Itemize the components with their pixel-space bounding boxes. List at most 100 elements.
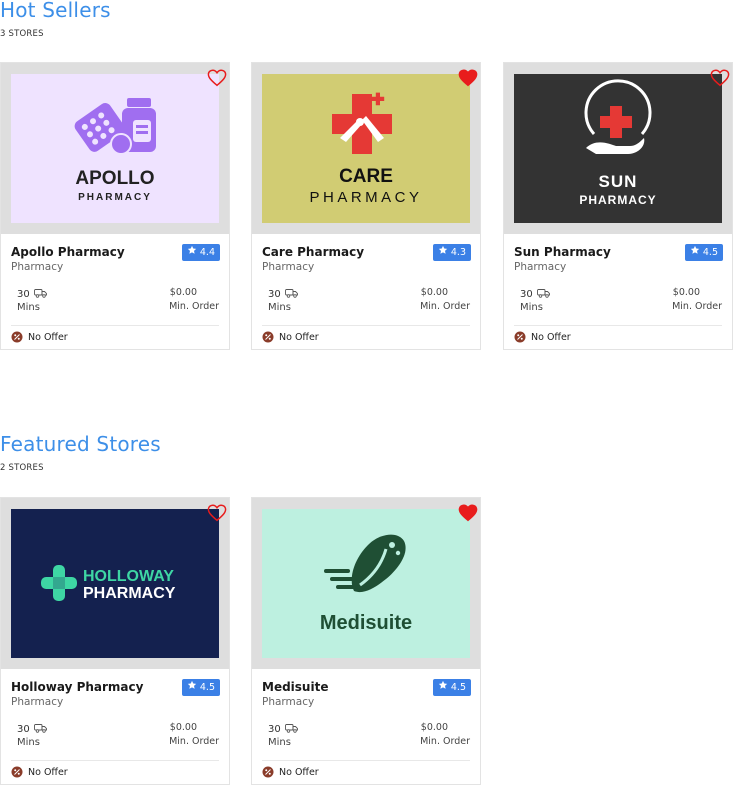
min-order-price: $0.00 [169,287,197,298]
rating-value: 4.4 [199,247,215,258]
favorite-heart-icon[interactable] [207,504,227,522]
min-order-price: $0.00 [672,287,700,298]
discount-badge-icon [262,331,274,343]
rating-value: 4.5 [199,682,215,693]
rating-value: 4.5 [702,247,718,258]
offer-text: No Offer [28,766,68,778]
favorite-heart-icon[interactable] [207,69,227,87]
store-name[interactable]: Care Pharmacy [262,245,364,259]
offer-text: No Offer [279,766,319,778]
delivery-time: 30 [268,722,299,737]
min-order-label: Min. Order [420,736,470,747]
store-card-medisuite[interactable]: Medisuite Medisuite Pharmacy 4.5 30 Mins… [251,497,481,785]
store-card-body: Holloway Pharmacy Pharmacy 4.5 30 Mins $… [1,670,229,784]
favorite-heart-icon[interactable] [458,504,478,522]
logo-line2: PHARMACY [83,585,176,602]
store-category: Pharmacy [514,261,567,273]
store-card-image[interactable]: CARE PHARMACY [252,63,480,234]
delivery-time-unit: Mins [268,302,291,313]
delivery-time-value: 30 [17,724,30,735]
store-card-body: Apollo Pharmacy Pharmacy 4.4 30 Mins $0.… [1,235,229,349]
offer-info: No Offer [514,331,571,343]
logo-line1: CARE [339,166,393,187]
discount-badge-icon [11,331,23,343]
apollo-pharmacy-logo: APOLLO PHARMACY [11,74,219,223]
delivery-time-value: 30 [268,724,281,735]
store-name[interactable]: Holloway Pharmacy [11,680,143,694]
store-name[interactable]: Sun Pharmacy [514,245,611,259]
star-icon [438,244,448,261]
min-order-label: Min. Order [420,301,470,312]
delivery-time: 30 [268,287,299,302]
min-order-label: Min. Order [672,301,722,312]
logo-line1: Medisuite [320,612,412,634]
delivery-time: 30 [520,287,551,302]
offer-info: No Offer [262,766,319,778]
section-store-count: 3 STORES [0,29,44,39]
store-card-image[interactable]: Medisuite [252,498,480,669]
delivery-time-unit: Mins [17,737,40,748]
hot-sellers-section: Hot Sellers 3 STORES [0,0,733,39]
logo-line1: HOLLOWAY [83,568,174,585]
offer-info: No Offer [262,331,319,343]
store-name[interactable]: Apollo Pharmacy [11,245,125,259]
delivery-time-value: 30 [268,289,281,300]
rating-badge: 4.3 [432,244,471,261]
delivery-time-value: 30 [17,289,30,300]
logo-line2: PHARMACY [579,193,656,207]
divider [262,760,470,761]
rating-badge: 4.5 [432,679,471,696]
rating-badge: 4.4 [181,244,220,261]
store-name[interactable]: Medisuite [262,680,328,694]
star-icon [187,679,197,696]
medisuite-logo: Medisuite [262,509,470,658]
holloway-pharmacy-logo: HOLLOWAY PHARMACY [11,509,219,658]
star-icon [690,244,700,261]
favorite-heart-icon[interactable] [710,69,730,87]
featured-stores-section: Featured Stores 2 STORES [0,434,733,473]
store-card-sun-pharmacy[interactable]: SUN PHARMACY Sun Pharmacy Pharmacy 4.5 3… [503,62,733,350]
store-category: Pharmacy [262,261,315,273]
logo-line2: PHARMACY [309,189,422,206]
store-card-apollo-pharmacy[interactable]: APOLLO PHARMACY Apollo Pharmacy Pharmacy… [0,62,230,350]
logo-line1: APOLLO [75,168,154,189]
rating-value: 4.3 [450,247,466,258]
divider [514,325,722,326]
discount-badge-icon [262,766,274,778]
store-card-holloway-pharmacy[interactable]: HOLLOWAY PHARMACY Holloway Pharmacy Phar… [0,497,230,785]
store-card-care-pharmacy[interactable]: CARE PHARMACY Care Pharmacy Pharmacy 4.3… [251,62,481,350]
delivery-time-unit: Mins [268,737,291,748]
delivery-time: 30 [17,722,48,737]
offer-text: No Offer [28,331,68,343]
divider [11,325,219,326]
offer-info: No Offer [11,766,68,778]
min-order-price: $0.00 [420,287,448,298]
rating-badge: 4.5 [684,244,723,261]
divider [11,760,219,761]
store-card-body: Care Pharmacy Pharmacy 4.3 30 Mins $0.00… [252,235,480,349]
delivery-time-unit: Mins [17,302,40,313]
store-category: Pharmacy [262,696,315,708]
min-order-label: Min. Order [169,301,219,312]
store-card-image[interactable]: HOLLOWAY PHARMACY [1,498,229,669]
min-order-price: $0.00 [420,722,448,733]
delivery-truck-icon [536,287,551,302]
logo-line2: PHARMACY [78,192,152,203]
delivery-truck-icon [284,722,299,737]
delivery-time-value: 30 [520,289,533,300]
discount-badge-icon [514,331,526,343]
favorite-heart-icon[interactable] [458,69,478,87]
store-category: Pharmacy [11,696,64,708]
section-title: Hot Sellers [0,0,111,22]
offer-info: No Offer [11,331,68,343]
store-card-image[interactable]: APOLLO PHARMACY [1,63,229,234]
care-pharmacy-logo: CARE PHARMACY [262,74,470,223]
star-icon [438,679,448,696]
section-store-count: 2 STORES [0,463,44,473]
store-card-image[interactable]: SUN PHARMACY [504,63,732,234]
rating-badge: 4.5 [181,679,220,696]
offer-text: No Offer [531,331,571,343]
delivery-truck-icon [33,287,48,302]
min-order-price: $0.00 [169,722,197,733]
min-order-label: Min. Order [169,736,219,747]
